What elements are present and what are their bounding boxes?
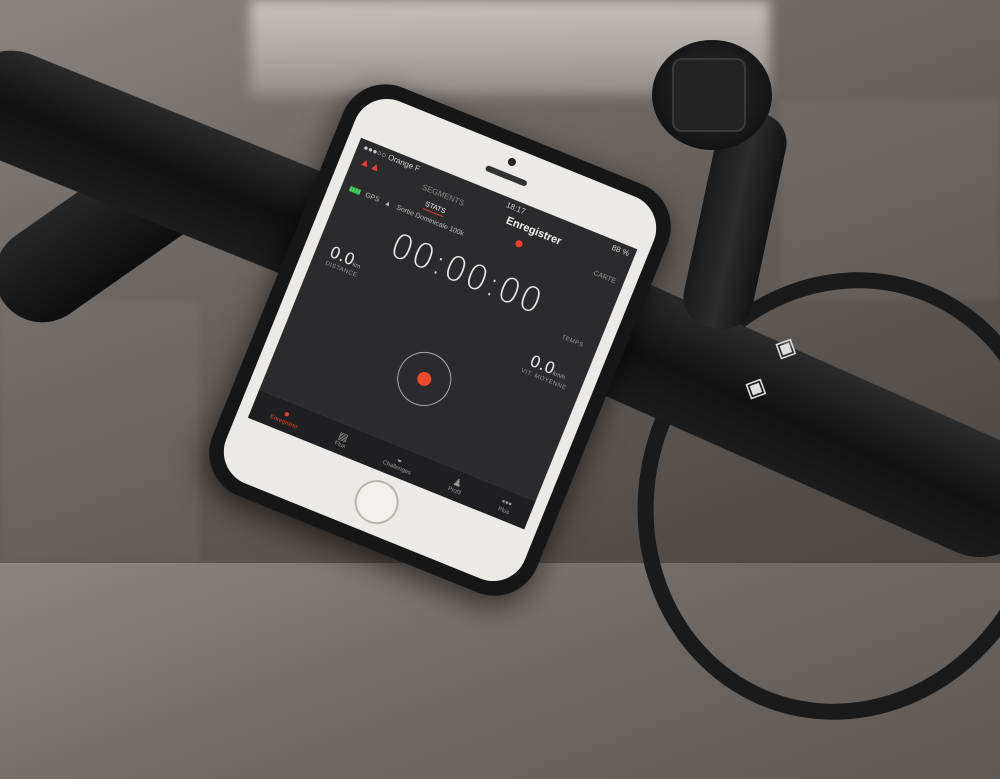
record-button[interactable] [389,343,460,415]
tabbar-item-plus[interactable]: ••• Plus [497,496,514,516]
home-button[interactable] [348,473,406,531]
tabbar-item-flux[interactable]: ▤ Flux [334,430,351,450]
record-dot-icon [415,369,434,389]
floor-tile [0,300,200,563]
tabbar-item-enregistrer[interactable]: ● Enregistrer [269,403,303,430]
tabbar-item-profil[interactable]: ♟ Profil [447,475,466,496]
front-camera [506,156,518,168]
map-pin-icon: ⬤ [514,238,524,249]
floor-tile [780,100,1000,300]
tabbar-item-challenges[interactable]: ◒ Challenges [382,449,416,476]
route-arrow-icon: ▲ [383,199,393,209]
nav-spacer [603,259,622,266]
computer-mount-plate [672,58,746,132]
gps-label: GPS [364,191,381,204]
distance-unit: km [351,261,362,271]
gps-signal-icon: ▮▮▮▮ [347,185,362,196]
earpiece-speaker [484,164,528,187]
